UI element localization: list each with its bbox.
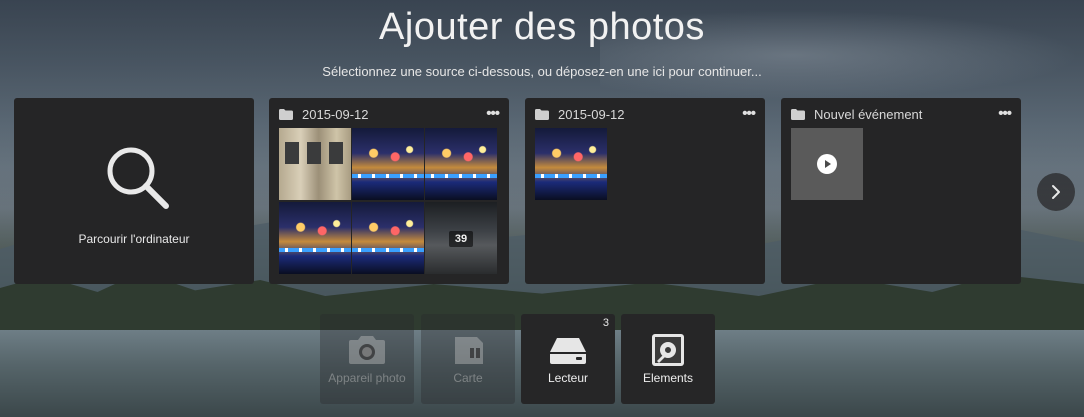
source-card-label: Carte: [453, 371, 483, 385]
folder-icon: [535, 108, 549, 120]
page-title: Ajouter des photos: [379, 6, 705, 48]
event-card-header: 2015-09-12 •••: [535, 106, 756, 122]
folder-icon: [791, 108, 805, 120]
browse-computer-card[interactable]: Parcourir l'ordinateur: [14, 98, 254, 284]
source-camera-label: Appareil photo: [328, 371, 406, 385]
photo-thumbnail[interactable]: [279, 128, 351, 200]
photo-thumbnail[interactable]: [535, 128, 607, 200]
event-card[interactable]: Nouvel événement •••: [781, 98, 1021, 284]
event-title: 2015-09-12: [302, 106, 369, 122]
source-camera-button[interactable]: Appareil photo: [320, 314, 414, 404]
browse-computer-label: Parcourir l'ordinateur: [78, 232, 190, 246]
drive-count-badge: 3: [602, 317, 609, 329]
search-icon: [107, 147, 169, 209]
photo-thumbnail[interactable]: [352, 202, 424, 274]
play-icon: [817, 154, 837, 174]
more-options-icon[interactable]: •••: [742, 106, 756, 121]
more-options-icon[interactable]: •••: [998, 106, 1012, 121]
photo-thumbnail[interactable]: [352, 128, 424, 200]
event-card-header: Nouvel événement •••: [791, 106, 1012, 122]
event-card[interactable]: 2015-09-12 ••• 39: [269, 98, 509, 284]
elements-icon: [652, 334, 684, 366]
more-options-icon[interactable]: •••: [486, 106, 500, 121]
event-card-header: 2015-09-12 •••: [279, 106, 500, 122]
source-elements-button[interactable]: Elements: [621, 314, 715, 404]
source-elements-label: Elements: [642, 371, 694, 385]
page-subtitle: Sélectionnez une source ci-dessous, ou d…: [322, 64, 762, 79]
overflow-count-badge: 39: [449, 231, 473, 247]
photo-thumbnail[interactable]: [425, 128, 497, 200]
camera-icon: [349, 336, 385, 364]
source-card-button[interactable]: Carte: [421, 314, 515, 404]
memory-card-icon: [455, 337, 483, 364]
event-card[interactable]: 2015-09-12 •••: [525, 98, 765, 284]
event-thumbnails: 39: [279, 128, 498, 274]
photo-thumbnail[interactable]: 39: [425, 202, 497, 274]
folder-icon: [279, 108, 293, 120]
event-title: Nouvel événement: [814, 106, 923, 122]
source-drive-label: Lecteur: [547, 371, 589, 385]
video-thumbnail[interactable]: [791, 128, 863, 200]
next-page-button[interactable]: [1037, 173, 1075, 211]
source-drive-button[interactable]: 3 Lecteur: [521, 314, 615, 404]
chevron-right-icon: [1052, 185, 1060, 199]
event-title: 2015-09-12: [558, 106, 625, 122]
drive-icon: [550, 338, 586, 364]
photo-thumbnail[interactable]: [279, 202, 351, 274]
